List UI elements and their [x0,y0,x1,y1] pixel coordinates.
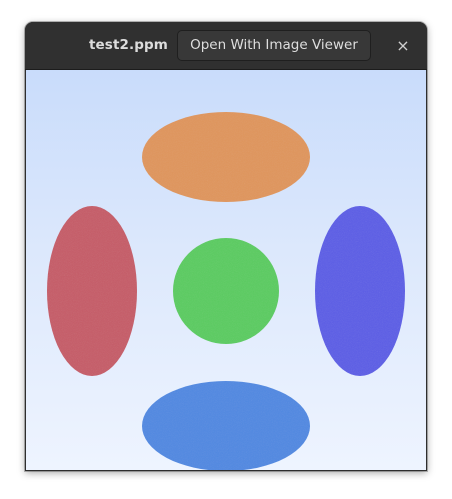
close-icon[interactable]: × [391,34,415,58]
left-ellipse [47,206,137,376]
image-drawing [47,112,405,470]
image-preview-window: test2.ppm Open With Image Viewer × [25,22,427,471]
window-title: test2.ppm [89,37,168,53]
bottom-ellipse [142,381,310,470]
center-circle [173,238,279,344]
titlebar: test2.ppm Open With Image Viewer × [25,22,427,70]
open-with-image-viewer-button[interactable]: Open With Image Viewer [177,30,371,61]
right-ellipse [315,206,405,376]
top-ellipse [142,112,310,202]
image-canvas [26,70,426,470]
